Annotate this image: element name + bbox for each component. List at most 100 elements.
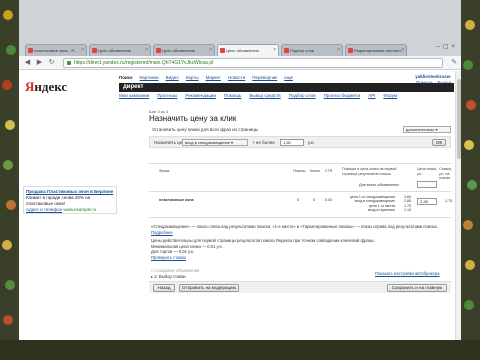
phrase-cell: пластиковые окна: [159, 198, 194, 202]
tab-label: Редактирование инсталл...: [354, 48, 405, 53]
top-menu-item[interactable]: Карты: [186, 75, 199, 80]
favicon-icon: [284, 48, 289, 53]
desktop-bottom: [0, 340, 480, 360]
browser-toolbar: ◀ ▶ ↻ https://direct.yandex.ru/registere…: [19, 56, 461, 70]
browser-tab[interactable]: пластиковые окна - Я... ×: [25, 44, 87, 56]
favicon-icon: [92, 48, 97, 53]
browser-tab[interactable]: Цель объявления ×: [153, 44, 215, 56]
browser-tab[interactable]: Цель объявления ×: [89, 44, 151, 56]
browser-tab[interactable]: Редактирование инсталл... ×: [345, 44, 407, 56]
submenu-item[interactable]: API: [368, 93, 375, 98]
favicon-icon: [156, 48, 161, 53]
submenu-item[interactable]: Прогнозы: [157, 93, 177, 98]
position-select[interactable]: вход в спецразмещение ▾: [182, 139, 248, 146]
back-arrow-icon[interactable]: ◀: [23, 58, 32, 67]
check-bids-link[interactable]: Проверить ставки: [151, 255, 451, 261]
wrench-icon[interactable]: ✎: [451, 58, 457, 66]
autobroker-settings-link[interactable]: Показать настройки автоброкера: [375, 271, 440, 277]
top-menu-item[interactable]: Маркет: [206, 75, 221, 80]
ad-domain: www.example.ru: [63, 207, 97, 212]
scrollbar-thumb[interactable]: [457, 79, 461, 159]
url-text: https://direct.yandex.ru/registered/main…: [74, 60, 214, 66]
position-name: вход в гарантию: [367, 207, 395, 212]
tab-strip: пластиковые окна - Я... × Цель объявления…: [19, 0, 461, 56]
browser-tab[interactable]: Подбор слов ×: [281, 44, 343, 56]
send-moderation-button[interactable]: Отправить на модерацию: [179, 284, 239, 292]
close-icon[interactable]: ×: [209, 45, 212, 56]
save-main-button[interactable]: Сохранить и на главную: [387, 284, 447, 292]
position-price: 1.10: [404, 207, 411, 212]
top-menu-item[interactable]: Переводчик: [252, 75, 277, 80]
page-scrollbar[interactable]: [455, 71, 461, 340]
max-price-input[interactable]: 1,50: [280, 139, 304, 146]
top-menu-item[interactable]: ещё: [284, 75, 293, 80]
currency-label: у.е.: [308, 140, 315, 145]
top-menu-item[interactable]: Поиск: [119, 75, 133, 80]
price-set-band: Назначить цену вход в спецразмещение ▾ +…: [149, 136, 451, 148]
address-bar[interactable]: https://direct.yandex.ru/registered/main…: [63, 58, 443, 68]
favicon-icon: [28, 48, 33, 53]
submenu-item[interactable]: Форум: [383, 93, 397, 98]
help-link[interactable]: Подробнее: [151, 230, 173, 235]
extra-options-dropdown[interactable]: дополнительно ▾: [403, 126, 451, 133]
all-price-input[interactable]: [417, 181, 437, 188]
logo-rest: ндекс: [34, 79, 68, 94]
ctr-cell: 0.00: [325, 198, 333, 202]
save-main-label: Сохранить и на главную: [391, 285, 443, 290]
browser-tab-active[interactable]: Цель объявления ×: [217, 44, 279, 56]
section-title: директ: [123, 84, 144, 90]
favicon-icon: [220, 48, 225, 53]
window-controls[interactable]: –▢×: [436, 43, 458, 50]
notes-block: «Спецразмещение» — показ слева над резул…: [151, 224, 451, 260]
table-header-divider: [149, 191, 451, 192]
col-header-price: Цена клика, у.е.: [417, 167, 438, 176]
note-special-placement: «Спецразмещение» — показ слева над резул…: [151, 224, 438, 229]
back-button[interactable]: Назад: [153, 284, 175, 292]
ad-preview: Продажа Пластиковых окон в Берлине Клима…: [23, 186, 117, 214]
submenu-item[interactable]: Подбор слов: [289, 93, 316, 98]
logo-first-letter: Я: [25, 79, 35, 94]
col-header-ctr: CTR: [325, 169, 333, 173]
dropdown-value: дополнительно: [406, 127, 435, 132]
phrase-price-input[interactable]: 2.28: [417, 198, 437, 205]
shows-cell: 0: [297, 198, 300, 202]
browser-window: пластиковые окна - Я... × Цель объявления…: [19, 0, 461, 340]
submenu-item[interactable]: Мои кампании: [119, 93, 149, 98]
close-icon[interactable]: ×: [337, 45, 340, 56]
table-top-divider: [149, 163, 451, 164]
ok-button[interactable]: ОК: [432, 139, 446, 146]
top-menu-item[interactable]: Картинки: [140, 75, 159, 80]
top-menu-item[interactable]: Новости: [228, 75, 245, 80]
footer-band: Назад Отправить на модерацию Сохранить и…: [149, 281, 451, 293]
favicon-icon: [348, 48, 353, 53]
close-icon[interactable]: ×: [401, 45, 404, 56]
direct-submenu: Мои кампании Прогнозы Рекомендации Помощь Вы…: [119, 93, 405, 98]
arrow-right-icon: ▸: [151, 273, 154, 279]
ad-contact-link[interactable]: Адрес и телефон: [26, 207, 62, 212]
yandex-logo[interactable]: Яндекс: [25, 79, 67, 95]
top-menu-item[interactable]: Видео: [166, 75, 179, 80]
table-bottom-divider: [149, 217, 451, 218]
tab-label: Цель объявления: [162, 48, 195, 53]
col-header-phrase: Фраза: [159, 169, 170, 173]
close-icon[interactable]: ×: [273, 45, 276, 56]
page-title: Назначить цену за клик: [149, 114, 237, 123]
desktop-right-wallpaper: [461, 0, 480, 360]
submenu-item[interactable]: Прогноз бюджета: [324, 93, 361, 98]
close-icon[interactable]: ×: [81, 45, 84, 56]
position-names: цена 1-го спецразмещения вход в спецразм…: [335, 195, 395, 212]
checkbox-icon[interactable]: ☐: [151, 268, 155, 273]
submenu-item[interactable]: Вывод средств: [249, 93, 280, 98]
phrase-price-value: 2.28: [420, 199, 428, 204]
submenu-item[interactable]: Рекомендации: [185, 93, 216, 98]
page-content: Яндекс yaklientenkruser Помощь · Выход П…: [19, 71, 461, 340]
submenu-item[interactable]: Помощь: [224, 93, 241, 98]
reload-icon[interactable]: ↻: [47, 58, 56, 67]
forward-arrow-icon[interactable]: ▶: [35, 58, 44, 67]
close-icon[interactable]: ×: [145, 45, 148, 56]
send-moderation-label: Отправить на модерацию: [182, 285, 236, 290]
tab-label: Цель объявления: [226, 48, 259, 53]
band-plus-label: + не более: [252, 140, 275, 145]
step-create-ad: Создание объявления: [155, 268, 200, 273]
ok-label: ОК: [435, 140, 443, 145]
